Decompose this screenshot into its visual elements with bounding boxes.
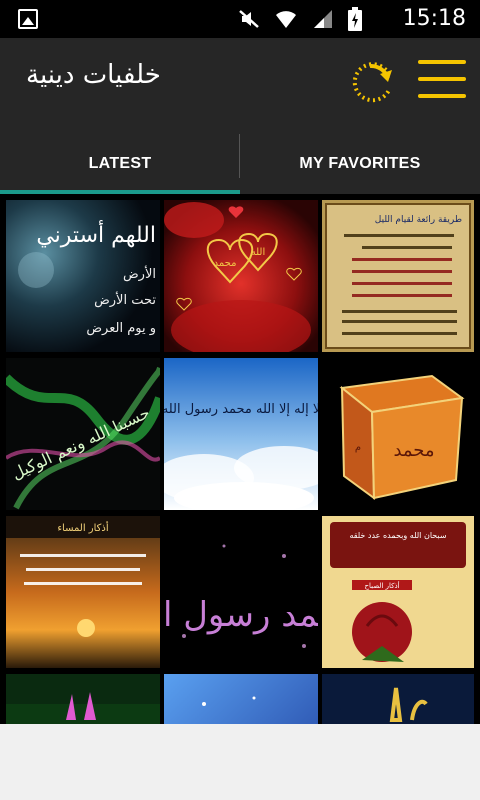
wallpaper-thumbnail[interactable]: سبحان الله وبحمده عدد خلقه أذكار الصباح: [322, 516, 474, 668]
wallpaper-text: تحت الأرض: [94, 291, 156, 308]
wallpaper-thumbnail[interactable]: [322, 674, 474, 724]
wallpaper-thumbnail[interactable]: محمد رسول الله: [164, 516, 318, 668]
wallpaper-thumbnail[interactable]: [164, 674, 318, 724]
wallpaper-image: [164, 674, 318, 724]
wallpaper-thumbnail[interactable]: لا إله إلا الله محمد رسول الله: [164, 358, 318, 510]
wallpaper-text: الأرض: [123, 265, 156, 282]
wallpaper-image: محمد م: [322, 358, 474, 510]
wallpaper-text: الله: [251, 247, 266, 258]
wallpaper-image: محمد الله: [164, 200, 318, 352]
wallpaper-image: سبحان الله وبحمده عدد خلقه أذكار الصباح: [322, 516, 474, 668]
wallpaper-thumbnail[interactable]: محمد الله: [164, 200, 318, 352]
tab-my-favorites[interactable]: MY FAVORITES: [240, 134, 480, 194]
wallpaper-text: محمد: [214, 258, 237, 269]
app-title: خلفيات دينية: [26, 60, 161, 90]
wallpaper-text: اللهم أسترني: [36, 220, 156, 248]
wallpaper-thumbnail[interactable]: حسبنا الله ونعم الوكيل: [6, 358, 160, 510]
wallpaper-thumbnail[interactable]: طريقة رائعة لقيام الليل: [322, 200, 474, 352]
gallery-icon: [18, 9, 38, 29]
refresh-icon: [352, 62, 392, 103]
menu-button[interactable]: [418, 60, 468, 102]
wallpaper-text: سبحان الله وبحمده عدد خلقه: [349, 531, 446, 540]
battery-icon: [348, 7, 362, 31]
wallpaper-image: لا إله إلا الله محمد رسول الله: [164, 358, 318, 510]
menu-icon-bar: [418, 77, 466, 81]
wallpaper-thumbnail[interactable]: اللهم أسترني الأرض تحت الأرض و يوم العرض: [6, 200, 160, 352]
status-icons: [238, 7, 362, 31]
tab-bar: LATEST MY FAVORITES: [0, 134, 480, 194]
wallpaper-text: و يوم العرض: [86, 321, 156, 336]
mute-icon: [239, 10, 259, 28]
status-time: 15:18: [402, 6, 466, 31]
wallpaper-image: [6, 674, 160, 724]
menu-icon-bar: [418, 60, 466, 64]
wallpaper-text: محمد رسول الله: [164, 595, 318, 635]
wifi-icon: [276, 11, 296, 28]
status-bar: 15:18: [0, 0, 480, 38]
wallpaper-image: حسبنا الله ونعم الوكيل: [6, 358, 160, 510]
tab-latest[interactable]: LATEST: [0, 134, 240, 194]
signal-icon: [314, 10, 332, 28]
wallpaper-image: [322, 674, 474, 724]
svg-text:م: م: [355, 442, 361, 453]
refresh-button[interactable]: [346, 58, 398, 108]
wallpaper-thumbnail[interactable]: [6, 674, 160, 724]
wallpaper-text: أذكار الصباح: [364, 581, 399, 590]
wallpaper-image: اللهم أسترني الأرض تحت الأرض و يوم العرض: [6, 200, 160, 352]
wallpaper-text: أذكار المساء: [57, 521, 109, 534]
menu-icon-bar: [418, 94, 466, 98]
app-bar: خلفيات دينية: [0, 38, 480, 134]
wallpaper-image: محمد رسول الله: [164, 516, 318, 668]
wallpaper-text: محمد: [393, 440, 434, 461]
wallpaper-image: أذكار المساء: [6, 516, 160, 668]
wallpaper-text: طريقة رائعة لقيام الليل: [375, 215, 462, 225]
wallpaper-thumbnail[interactable]: محمد م: [322, 358, 474, 510]
wallpaper-grid: اللهم أسترني الأرض تحت الأرض و يوم العرض…: [0, 194, 480, 724]
bottom-blank-area: [0, 724, 480, 800]
wallpaper-image: طريقة رائعة لقيام الليل: [322, 200, 474, 352]
wallpaper-thumbnail[interactable]: أذكار المساء: [6, 516, 160, 668]
wallpaper-text: لا إله إلا الله محمد رسول الله: [164, 402, 318, 417]
